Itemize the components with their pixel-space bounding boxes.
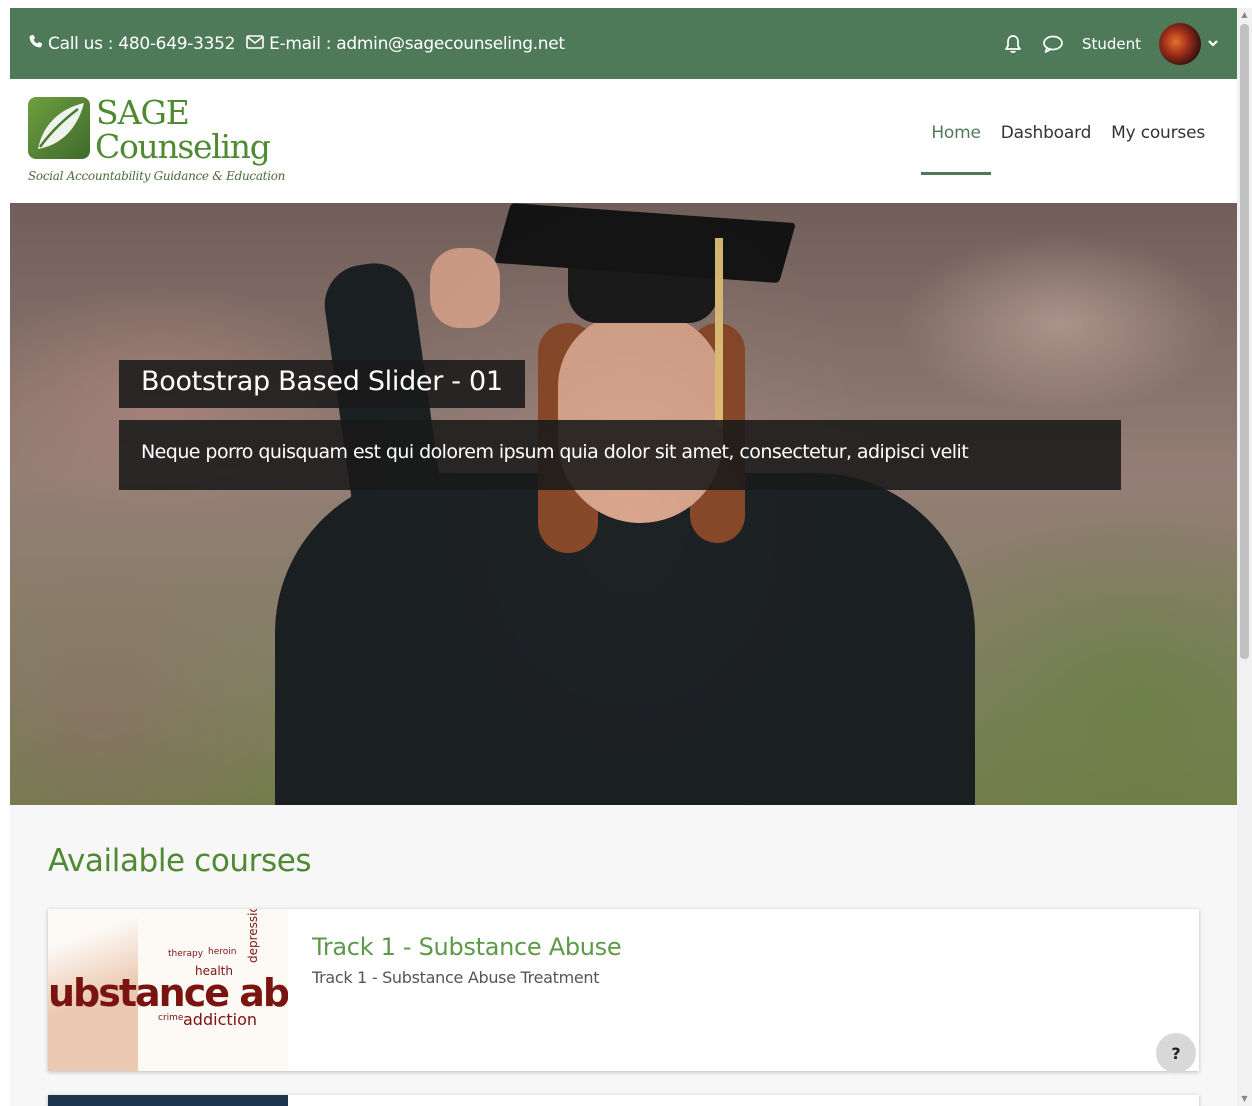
thumbnail-word: therapy — [168, 949, 204, 959]
site-logo[interactable]: SAGE Counseling Social Accountability Gu… — [28, 93, 285, 187]
thumbnail-word: addiction — [183, 1010, 258, 1029]
thumbnail-word: health — [195, 964, 233, 978]
chevron-down-icon[interactable] — [1207, 37, 1219, 51]
thumbnail-word: crime — [158, 1013, 184, 1023]
phone-label: Call us : 480-649-3352 — [48, 33, 236, 54]
username-label[interactable]: Student — [1082, 35, 1141, 53]
scrollbar-thumb[interactable] — [1240, 24, 1249, 659]
top-contact-bar: Call us : 480-649-3352 E-mail : admin@sa… — [10, 8, 1237, 79]
course-summary: Track 1 - Substance Abuse Treatment — [312, 968, 600, 987]
contact-info: Call us : 480-649-3352 E-mail : admin@sa… — [28, 34, 576, 54]
nav-my-courses[interactable]: My courses — [1111, 123, 1205, 143]
logo-tagline: Social Accountability Guidance & Educati… — [28, 169, 286, 183]
hero-slider[interactable]: Bootstrap Based Slider - 01 Neque porro … — [10, 203, 1237, 805]
user-area: Student — [1002, 22, 1219, 65]
phone-icon — [28, 34, 43, 54]
avatar[interactable] — [1159, 22, 1201, 65]
thumbnail-word: heroin — [208, 947, 237, 957]
available-courses-heading: Available courses — [48, 843, 312, 879]
leaf-logo-icon — [28, 97, 90, 159]
scroll-up-arrow-icon[interactable]: ▲ — [1240, 10, 1249, 20]
email-contact[interactable]: E-mail : admin@sagecounseling.net — [246, 34, 565, 54]
envelope-icon — [246, 34, 264, 54]
main-nav: Home Dashboard My courses — [911, 123, 1205, 175]
slider-caption-text: Neque porro quisquam est qui dolorem ips… — [119, 420, 1121, 490]
help-button[interactable]: ? — [1156, 1033, 1196, 1073]
course-card[interactable]: ubstance abus health addiction crime dep… — [48, 909, 1199, 1073]
nav-home[interactable]: Home — [921, 123, 992, 175]
hero-overlay — [10, 203, 1237, 805]
email-label: E-mail : admin@sagecounseling.net — [269, 33, 565, 54]
nav-dashboard[interactable]: Dashboard — [1001, 123, 1092, 143]
site-header: SAGE Counseling Social Accountability Gu… — [10, 79, 1237, 203]
thumbnail-word: depression — [246, 909, 260, 963]
course-card[interactable] — [48, 1095, 1199, 1106]
phone-contact: Call us : 480-649-3352 — [28, 34, 235, 54]
chat-icon[interactable] — [1042, 33, 1064, 55]
course-thumbnail[interactable]: ubstance abus health addiction crime dep… — [48, 909, 288, 1071]
course-thumbnail[interactable] — [48, 1095, 288, 1106]
course-title-link[interactable]: Track 1 - Substance Abuse — [312, 933, 622, 961]
slider-caption-title: Bootstrap Based Slider - 01 — [119, 360, 525, 408]
scroll-down-arrow-icon[interactable]: ▼ — [1240, 1094, 1249, 1104]
page-frame: Call us : 480-649-3352 E-mail : admin@sa… — [10, 8, 1237, 1106]
bell-icon[interactable] — [1002, 33, 1024, 55]
page-scrollbar[interactable]: ▲ ▼ — [1237, 8, 1252, 1106]
thumbnail-word-main: ubstance abus — [48, 971, 288, 1015]
logo-text-counseling: Counseling — [95, 127, 271, 166]
